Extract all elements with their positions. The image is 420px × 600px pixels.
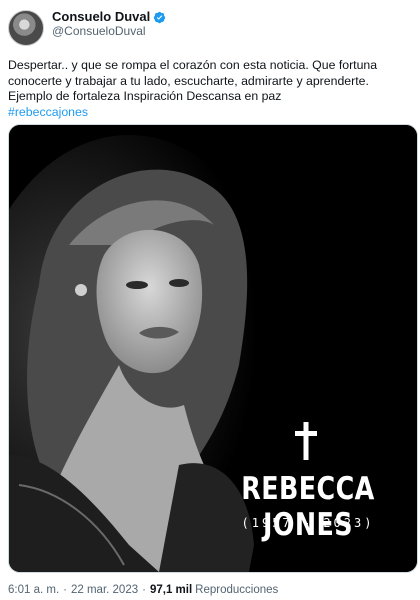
tweet-header: Consuelo Duval @ConsueloDuval bbox=[8, 10, 166, 46]
views-label: Reproducciones bbox=[195, 584, 279, 596]
tribute-name: REBECCA JONES bbox=[241, 471, 375, 543]
tribute-years: (1957 - 2023) bbox=[241, 516, 375, 530]
meta-separator-2: · bbox=[142, 584, 146, 596]
display-name-row: Consuelo Duval bbox=[52, 10, 166, 24]
hashtag-link[interactable]: #rebeccajones bbox=[8, 105, 412, 121]
cross-icon bbox=[295, 422, 317, 460]
tweet-date[interactable]: 22 mar. 2023 bbox=[71, 584, 138, 596]
tweet-time[interactable]: 6:01 a. m. bbox=[8, 584, 59, 596]
author-info: Consuelo Duval @ConsueloDuval bbox=[52, 10, 166, 38]
author-handle[interactable]: @ConsueloDuval bbox=[52, 24, 166, 38]
tweet-media-image[interactable]: REBECCA JONES (1957 - 2023) bbox=[8, 124, 418, 573]
meta-separator: · bbox=[63, 584, 67, 596]
tweet-body: Despertar.. y que se rompa el corazón co… bbox=[8, 58, 412, 120]
tweet-text: Despertar.. y que se rompa el corazón co… bbox=[8, 58, 378, 103]
tweet-meta: 6:01 a. m. · 22 mar. 2023 · 97,1 mil Rep… bbox=[8, 584, 278, 596]
verified-badge-icon bbox=[154, 11, 166, 23]
views-count: 97,1 mil bbox=[149, 584, 193, 596]
author-avatar[interactable] bbox=[8, 10, 44, 46]
author-display-name[interactable]: Consuelo Duval bbox=[52, 10, 150, 24]
